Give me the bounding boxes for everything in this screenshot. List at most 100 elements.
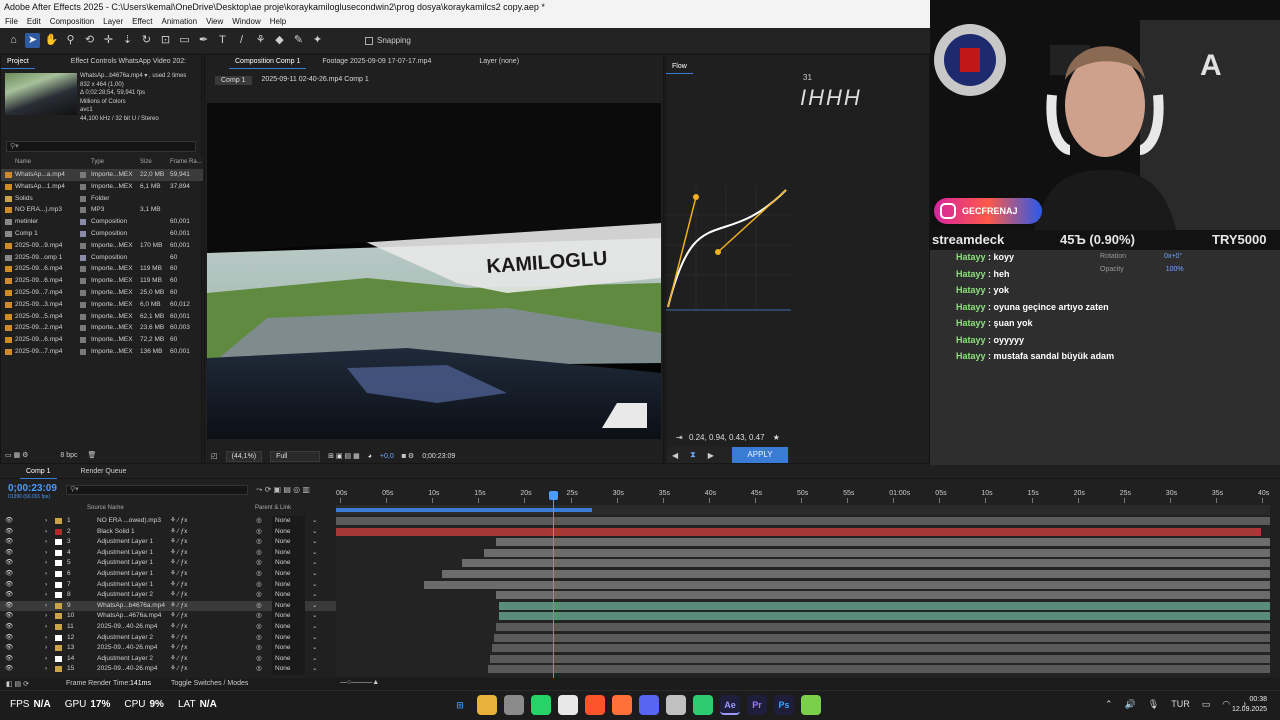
layer-switches-icon[interactable]: ⚘ ⁄ ƒx bbox=[170, 633, 187, 644]
tab-layer[interactable]: Layer (none) bbox=[473, 55, 525, 69]
col-type[interactable]: Type bbox=[91, 159, 104, 165]
eye-icon[interactable]: 👁 bbox=[5, 601, 13, 612]
layer-color-icon[interactable] bbox=[55, 581, 62, 588]
parent-pickwhip-icon[interactable]: ◎ bbox=[256, 622, 262, 633]
eye-icon[interactable]: 👁 bbox=[5, 643, 13, 654]
rotation-value[interactable]: 0x+0° bbox=[1164, 253, 1182, 260]
col-framerate[interactable]: Frame Ra... bbox=[170, 159, 202, 165]
layer-row[interactable]: 👁 › 13 2025-09...40-26.mp4 ⚘ ⁄ ƒx ◎ None ⌄ bbox=[0, 643, 336, 654]
color-icon[interactable]: ◕ bbox=[368, 453, 372, 460]
chevron-down-icon[interactable]: ⌄ bbox=[312, 643, 317, 654]
col-source-name[interactable]: Source Name bbox=[87, 505, 124, 511]
exposure-value[interactable]: +0,0 bbox=[380, 453, 394, 460]
puppet-tool-icon[interactable]: ✦ bbox=[310, 33, 325, 48]
roto-tool-icon[interactable]: ✎ bbox=[291, 33, 306, 48]
expand-chevron-icon[interactable]: › bbox=[45, 548, 47, 559]
layer-color-icon[interactable] bbox=[55, 528, 62, 535]
chevron-down-icon[interactable]: ⌄ bbox=[312, 664, 317, 675]
handle-2[interactable] bbox=[715, 249, 721, 255]
after-effects-icon[interactable]: Ae bbox=[720, 695, 740, 715]
viewer-timecode[interactable]: 0;00:23:09 bbox=[422, 453, 455, 460]
expand-chevron-icon[interactable]: › bbox=[45, 611, 47, 622]
chevron-down-icon[interactable]: ⌄ bbox=[312, 611, 317, 622]
whatsapp-icon[interactable] bbox=[531, 695, 551, 715]
layer-color-icon[interactable] bbox=[55, 518, 62, 524]
dolly-tool-icon[interactable]: ⇣ bbox=[120, 33, 135, 48]
chevron-down-icon[interactable]: ⌄ bbox=[312, 601, 317, 612]
layer-row[interactable]: 👁 › 8 Adjustment Layer 2 ⚘ ⁄ ƒx ◎ None ⌄ bbox=[0, 590, 336, 601]
parent-pickwhip-icon[interactable]: ◎ bbox=[256, 537, 262, 548]
parent-select[interactable]: None bbox=[272, 569, 305, 580]
layer-color-icon[interactable] bbox=[55, 560, 62, 567]
composition-viewer[interactable]: KAMILOGLU bbox=[207, 103, 661, 439]
label-color-icon[interactable] bbox=[80, 172, 86, 178]
layer-color-icon[interactable] bbox=[55, 624, 62, 630]
parent-pickwhip-icon[interactable]: ◎ bbox=[256, 548, 262, 559]
parent-pickwhip-icon[interactable]: ◎ bbox=[256, 516, 262, 527]
pan-tool-icon[interactable]: ✛ bbox=[101, 33, 116, 48]
menu-item-composition[interactable]: Composition bbox=[50, 15, 94, 28]
eraser-tool-icon[interactable]: ◆ bbox=[272, 33, 287, 48]
footer-icons[interactable]: ◧ ▤ ⟳ bbox=[6, 680, 29, 688]
label-color-icon[interactable] bbox=[80, 266, 86, 273]
eye-icon[interactable]: 👁 bbox=[5, 569, 13, 580]
handle-1[interactable] bbox=[693, 194, 699, 200]
menu-item-effect[interactable]: Effect bbox=[132, 15, 152, 28]
parent-pickwhip-icon[interactable]: ◎ bbox=[256, 580, 262, 591]
layer-switches-icon[interactable]: ⚘ ⁄ ƒx bbox=[170, 548, 187, 559]
project-item[interactable]: 2025-09...7.mp4 Importe...MEX 25,0 MB 60 bbox=[1, 287, 203, 299]
layer-switches-icon[interactable]: ⚘ ⁄ ƒx bbox=[170, 590, 187, 601]
layer-color-icon[interactable] bbox=[55, 613, 62, 620]
chevron-down-icon[interactable]: ⌄ bbox=[312, 516, 317, 527]
star-icon[interactable]: ★ bbox=[773, 433, 780, 442]
layer-row[interactable]: 👁 › 1 NO ERA ...owed).mp3 ⚘ ⁄ ƒx ◎ None ⌄ bbox=[0, 516, 336, 527]
layer-switches-icon[interactable]: ⚘ ⁄ ƒx bbox=[170, 527, 187, 538]
label-color-icon[interactable] bbox=[80, 242, 86, 249]
copy-icon[interactable]: ⇥ bbox=[676, 433, 683, 442]
layer-bar[interactable] bbox=[494, 633, 1270, 642]
eye-icon[interactable]: 👁 bbox=[5, 537, 13, 548]
bpc-label[interactable]: 8 bpc bbox=[60, 452, 77, 459]
expand-chevron-icon[interactable]: › bbox=[45, 664, 47, 675]
layer-color-icon[interactable] bbox=[55, 602, 62, 609]
project-item[interactable]: WhatsAp...1.mp4 Importe...MEX 6,1 MB 37,894 bbox=[1, 181, 203, 193]
label-color-icon[interactable] bbox=[80, 301, 86, 308]
project-item[interactable]: Comp 1 Composition 60,001 bbox=[1, 228, 203, 240]
expand-chevron-icon[interactable]: › bbox=[45, 516, 47, 527]
hand-tool-icon[interactable]: ✋ bbox=[44, 33, 59, 48]
snapping-checkbox[interactable] bbox=[365, 36, 373, 45]
chevron-down-icon[interactable]: ⌄ bbox=[312, 527, 317, 538]
layer-row[interactable]: 👁 › 14 Adjustment Layer 2 ⚘ ⁄ ƒx ◎ None ⌄ bbox=[0, 653, 336, 665]
steam-icon[interactable] bbox=[666, 695, 686, 715]
chevron-down-icon[interactable]: ⌄ bbox=[312, 537, 317, 548]
chevron-down-icon[interactable]: ⌄ bbox=[312, 633, 317, 644]
current-timecode[interactable]: 0;00:23:09 bbox=[8, 483, 57, 494]
chevron-down-icon[interactable]: ⌄ bbox=[312, 622, 317, 633]
zoom-tool-icon[interactable]: ⚲ bbox=[63, 33, 78, 48]
tab-composition[interactable]: Composition Comp 1 bbox=[229, 55, 307, 69]
layer-row[interactable]: 👁 › 10 WhatsAp...4676a.mp4 ⚘ ⁄ ƒx ◎ None ⌄ bbox=[0, 611, 336, 622]
layer-switches-icon[interactable]: ⚘ ⁄ ƒx bbox=[170, 537, 187, 548]
photoshop-icon[interactable]: Ps bbox=[774, 695, 794, 715]
app-icon[interactable] bbox=[504, 695, 524, 715]
layer-bar[interactable] bbox=[492, 644, 1270, 653]
eye-icon[interactable]: 👁 bbox=[5, 590, 13, 601]
expand-chevron-icon[interactable]: › bbox=[45, 590, 47, 601]
label-color-icon[interactable] bbox=[80, 219, 86, 226]
layer-color-icon[interactable] bbox=[55, 571, 62, 577]
layer-switches-icon[interactable]: ⚘ ⁄ ƒx bbox=[170, 622, 187, 633]
parent-select[interactable]: None bbox=[272, 600, 305, 612]
zoom-slider[interactable]: —○———▲ bbox=[340, 679, 379, 686]
file-explorer-icon[interactable] bbox=[477, 695, 497, 715]
parent-select[interactable]: None bbox=[272, 622, 305, 633]
project-item[interactable]: 2025-09...omp 1 Composition 60 bbox=[1, 252, 203, 264]
premiere-icon[interactable]: Pr bbox=[747, 695, 767, 715]
layer-switches-icon[interactable]: ⚘ ⁄ ƒx bbox=[170, 643, 187, 654]
layer-bar[interactable] bbox=[336, 517, 1270, 525]
snapping-toggle[interactable]: Snapping bbox=[365, 36, 411, 45]
timeline-search-input[interactable]: ⚲▾ bbox=[66, 485, 248, 495]
expand-chevron-icon[interactable]: › bbox=[45, 537, 47, 548]
rotate-tool-icon[interactable]: ↻ bbox=[139, 33, 154, 48]
layer-color-icon[interactable] bbox=[55, 539, 62, 546]
label-color-icon[interactable] bbox=[80, 231, 86, 237]
